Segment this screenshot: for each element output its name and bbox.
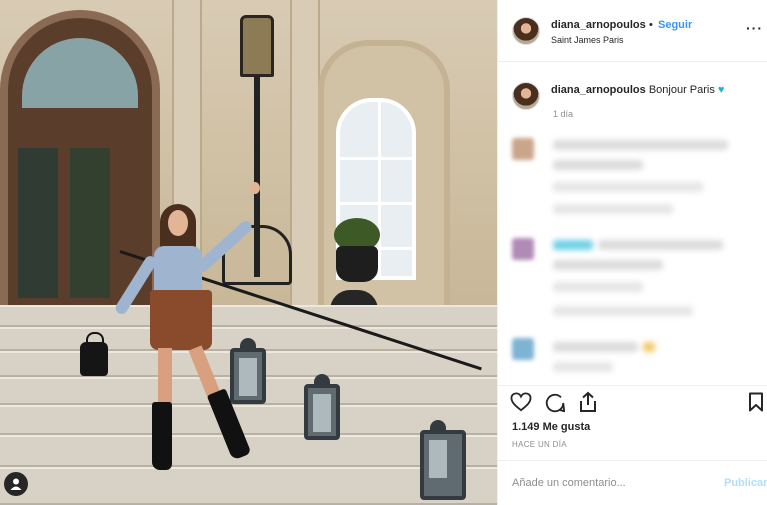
heart-icon[interactable] (510, 392, 532, 417)
post-photo[interactable] (0, 0, 497, 505)
tagged-user-icon[interactable] (4, 472, 28, 496)
heart-emoji-icon: ♥ (717, 84, 725, 96)
topiary-planter (332, 218, 382, 288)
posted-time: HACE UN DÍA (512, 440, 567, 449)
caption-text: Bonjour Paris (648, 84, 715, 96)
face (168, 210, 188, 236)
avatar[interactable] (512, 17, 540, 45)
blurred-comment-text (643, 342, 655, 352)
blurred-comment-avatar (512, 338, 534, 360)
caption-avatar[interactable] (512, 82, 540, 110)
blurred-comment-avatar (512, 238, 534, 260)
post-side-panel: diana_arnopoulos • Seguir Saint James Pa… (497, 0, 767, 505)
raised-hand (250, 182, 260, 194)
blurred-comment-text (553, 240, 593, 250)
door-fanlight (22, 38, 138, 108)
handbag (80, 332, 108, 376)
bookmark-icon[interactable] (748, 392, 764, 417)
post-header: diana_arnopoulos • Seguir Saint James Pa… (498, 0, 767, 62)
publish-button[interactable]: Publicar (724, 477, 767, 489)
blurred-comment-text (553, 140, 728, 150)
location-link[interactable]: Saint James Paris (551, 35, 624, 45)
instagram-post: diana_arnopoulos • Seguir Saint James Pa… (0, 0, 767, 505)
separator-dot: • (649, 19, 653, 31)
raised-arm (193, 218, 255, 275)
caption-time: 1 día (553, 109, 574, 119)
header-username[interactable]: diana_arnopoulos (551, 19, 646, 31)
comment-icon[interactable] (544, 392, 566, 419)
blurred-comment-text (553, 160, 643, 170)
comment-bar: Publicar (498, 460, 767, 505)
lantern (304, 374, 340, 440)
share-icon[interactable] (578, 391, 598, 418)
black-boot (152, 402, 172, 470)
leg (158, 348, 172, 408)
lantern (420, 420, 466, 500)
blurred-comment-text (553, 306, 693, 316)
blurred-comment-text (553, 282, 643, 292)
lamp-head (240, 15, 274, 77)
blurred-comment-text (553, 342, 638, 352)
leg (188, 345, 221, 397)
blurred-comment-text (553, 362, 613, 372)
stone-column (290, 0, 320, 330)
caption: diana_arnopoulos Bonjour Paris ♥ (551, 84, 724, 96)
woman-posing (80, 180, 260, 480)
door-glass-left (18, 148, 58, 298)
blurred-comment-text (553, 204, 673, 214)
black-boot (206, 388, 252, 461)
blurred-comment-text (553, 182, 703, 192)
more-options-icon[interactable]: ··· (746, 20, 763, 36)
blue-shirt (154, 246, 202, 296)
leather-skirt (150, 290, 212, 350)
caption-username[interactable]: diana_arnopoulos (551, 84, 646, 96)
pot (336, 246, 378, 282)
blurred-comment-text (553, 260, 663, 270)
blurred-comment-text (598, 240, 723, 250)
blurred-comment-avatar (512, 138, 534, 160)
follow-button[interactable]: Seguir (658, 19, 692, 31)
likes-count[interactable]: 1.149 Me gusta (512, 421, 590, 433)
comment-input[interactable] (512, 477, 712, 489)
